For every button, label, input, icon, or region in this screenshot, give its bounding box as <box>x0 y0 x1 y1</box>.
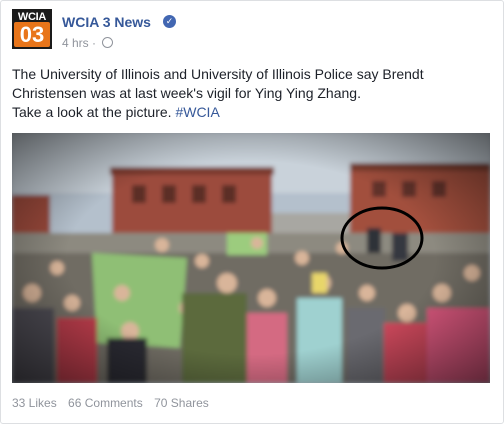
hashtag-link[interactable]: #WCIA <box>175 104 219 120</box>
photo-illustration <box>12 133 490 383</box>
post-photo[interactable] <box>12 133 490 383</box>
likes-count-link[interactable]: 33 Likes <box>12 396 57 410</box>
globe-icon <box>102 37 114 48</box>
post-card: WCIA 03 WCIA 3 News ✓ 4 hrs · The Univer… <box>0 0 504 424</box>
meta-separator: · <box>92 36 97 50</box>
post-text-line-2: Christensen was at last week's vigil for… <box>12 85 361 101</box>
post-text-line-3: Take a look at the picture. #WCIA <box>12 103 492 122</box>
shares-count-link[interactable]: 70 Shares <box>154 396 209 410</box>
post-meta: 4 hrs · <box>62 36 114 50</box>
post-text-line-1: The University of Illinois and Universit… <box>12 66 424 82</box>
post-stats: 33 Likes 66 Comments 70 Shares <box>12 396 217 410</box>
post-text: The University of Illinois and Universit… <box>12 65 492 122</box>
logo-number: 03 <box>14 22 50 47</box>
timestamp-link[interactable]: 4 hrs <box>62 36 89 50</box>
comments-count-link[interactable]: 66 Comments <box>68 396 143 410</box>
page-name-link[interactable]: WCIA 3 News <box>62 14 151 30</box>
post-text-sentence: Take a look at the picture. <box>12 104 172 120</box>
verified-badge-icon: ✓ <box>163 15 176 28</box>
page-avatar[interactable]: WCIA 03 <box>12 9 52 49</box>
post-header: WCIA 03 WCIA 3 News ✓ 4 hrs · <box>12 9 492 51</box>
